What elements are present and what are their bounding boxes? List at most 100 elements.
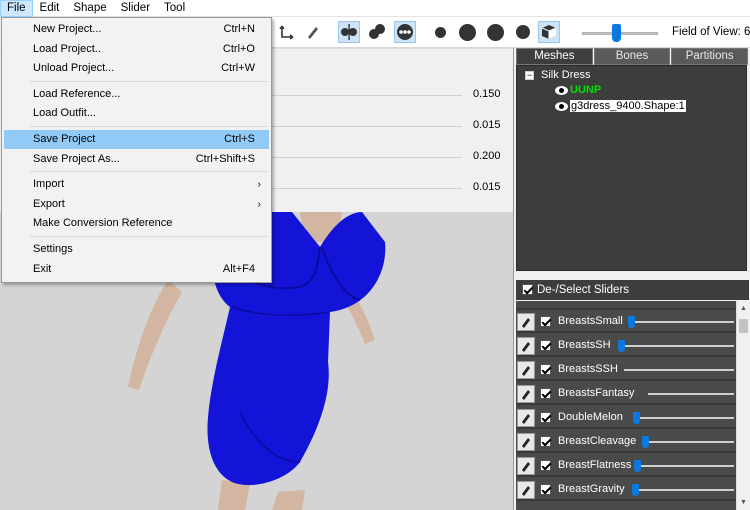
tree-root[interactable]: Silk Dress — [541, 68, 591, 83]
visibility-eye-icon[interactable] — [555, 85, 568, 95]
menu-item-new-project[interactable]: New Project... Ctrl+N — [4, 20, 269, 39]
brush-size-large-icon[interactable] — [456, 21, 478, 43]
slider-checkbox[interactable] — [540, 316, 551, 327]
field-of-view-thumb[interactable] — [612, 24, 621, 42]
slider-name: BreastsSSH — [558, 363, 618, 375]
deselect-sliders-bar[interactable]: De-/Select Sliders — [516, 280, 749, 300]
brush-size-small-icon[interactable] — [429, 21, 451, 43]
brush-strength-icon[interactable] — [484, 21, 506, 43]
deselect-all-checkbox[interactable] — [522, 284, 533, 296]
menu-item-label: Load Reference... — [33, 87, 121, 100]
edit-slider-pencil-icon[interactable] — [517, 313, 535, 331]
menu-item-import[interactable]: Import › — [4, 175, 269, 194]
slider-track[interactable] — [632, 489, 734, 491]
slider-name: BreastsFantasy — [558, 387, 635, 399]
tab-meshes[interactable]: Meshes — [516, 48, 593, 65]
edit-slider-pencil-icon[interactable] — [517, 457, 535, 475]
mask-brush-icon[interactable] — [394, 21, 416, 43]
slider-row: BreastsSSH — [516, 359, 736, 381]
transform-tool-icon[interactable] — [276, 21, 298, 43]
smooth-brush-icon[interactable] — [366, 21, 388, 43]
menu-separator — [30, 80, 267, 82]
menu-item-load-reference[interactable]: Load Reference... — [4, 85, 269, 104]
edit-slider-pencil-icon[interactable] — [517, 481, 535, 499]
file-menu-dropdown: New Project... Ctrl+N Load Project.. Ctrl+O… — [1, 17, 272, 283]
tree-item-label: g3dress_9400.Shape:1 — [570, 100, 686, 112]
menu-item-load-outfit[interactable]: Load Outfit... — [4, 104, 269, 123]
menu-item-make-conversion-reference[interactable]: Make Conversion Reference — [4, 214, 269, 233]
menu-item-label: Save Project — [33, 133, 96, 145]
value-row: 0.150 — [272, 85, 513, 105]
menu-slider[interactable]: Slider — [114, 0, 157, 17]
tree-item-shape[interactable]: g3dress_9400.Shape:1 — [555, 99, 686, 114]
slider-track[interactable] — [618, 345, 734, 347]
menu-item-label: Export — [33, 197, 65, 210]
slider-thumb[interactable] — [634, 460, 641, 472]
slider-track[interactable] — [624, 369, 734, 371]
slider-track[interactable] — [648, 393, 734, 395]
menu-separator — [30, 126, 267, 127]
brush-focus-icon[interactable] — [512, 21, 534, 43]
toolbar: Field of View: 65 — [272, 17, 750, 48]
menu-file[interactable]: File — [0, 0, 33, 17]
menu-item-exit[interactable]: Exit Alt+F4 — [4, 260, 269, 279]
edit-slider-pencil-icon[interactable] — [517, 337, 535, 355]
collapse-icon[interactable]: − — [525, 71, 534, 80]
pen-tool-icon[interactable] — [302, 21, 324, 43]
edit-slider-pencil-icon[interactable] — [517, 433, 535, 451]
slider-track[interactable] — [642, 441, 734, 443]
right-panel: Meshes Bones Partitions − Silk Dress UUN… — [513, 48, 750, 510]
slider-name: BreastsSH — [558, 339, 611, 351]
menu-tool[interactable]: Tool — [157, 0, 192, 17]
slider-thumb[interactable] — [633, 412, 640, 424]
menu-item-label: Exit — [33, 262, 52, 275]
value-row: 0.200 — [272, 147, 513, 167]
brush-tool-icon[interactable] — [338, 21, 360, 43]
menu-edit[interactable]: Edit — [33, 0, 67, 17]
edit-slider-pencil-icon[interactable] — [517, 385, 535, 403]
slider-thumb[interactable] — [618, 340, 625, 352]
menu-item-settings[interactable]: Settings — [4, 240, 269, 259]
menu-separator — [30, 236, 267, 237]
slider-track[interactable] — [634, 465, 734, 467]
menu-item-label: Unload Project... — [33, 62, 115, 75]
slider-track[interactable] — [633, 417, 734, 419]
menu-item-save-project[interactable]: Save Project Ctrl+S — [4, 130, 269, 149]
slider-row: BreastCleavage — [516, 431, 736, 453]
menu-item-label: Save Project As... — [33, 152, 120, 165]
edit-slider-pencil-icon[interactable] — [517, 361, 535, 379]
visibility-eye-icon[interactable] — [555, 101, 568, 111]
scroll-up-icon[interactable]: ▲ — [739, 304, 748, 313]
menu-shape[interactable]: Shape — [66, 0, 113, 17]
edit-slider-pencil-icon[interactable] — [517, 409, 535, 427]
menu-item-shortcut: Ctrl+S — [224, 133, 255, 145]
menu-item-export[interactable]: Export › — [4, 195, 269, 214]
value-row: 0.015 — [272, 178, 513, 198]
menu-item-load-project[interactable]: Load Project.. Ctrl+O — [4, 40, 269, 59]
scroll-thumb[interactable] — [739, 319, 748, 333]
tab-partitions[interactable]: Partitions — [671, 48, 749, 65]
slider-thumb[interactable] — [632, 484, 639, 496]
menu-item-shortcut: Ctrl+N — [223, 23, 255, 35]
slider-checkbox[interactable] — [540, 484, 551, 495]
tab-bones[interactable]: Bones — [593, 48, 671, 65]
slider-name: BreastFlatness — [558, 459, 632, 471]
scroll-down-icon[interactable]: ▼ — [739, 498, 748, 507]
slider-thumb[interactable] — [642, 436, 649, 448]
slider-checkbox[interactable] — [540, 436, 551, 447]
slider-checkbox[interactable] — [540, 460, 551, 471]
menu-item-unload-project[interactable]: Unload Project... Ctrl+W — [4, 59, 269, 78]
slider-checkbox[interactable] — [540, 364, 551, 375]
value-text: 0.015 — [473, 119, 501, 131]
slider-list-scrollbar[interactable]: ▲ ▼ — [736, 301, 749, 510]
slider-thumb[interactable] — [628, 316, 635, 328]
menu-item-shortcut: Ctrl+Shift+S — [195, 152, 255, 165]
menu-item-save-project-as[interactable]: Save Project As... Ctrl+Shift+S — [4, 150, 269, 169]
slider-checkbox[interactable] — [540, 388, 551, 399]
slider-checkbox[interactable] — [540, 412, 551, 423]
slider-checkbox[interactable] — [540, 340, 551, 351]
slider-name: BreastCleavage — [558, 435, 637, 447]
cube-view-icon[interactable] — [538, 21, 560, 43]
tree-item-uunp[interactable]: UUNP — [555, 83, 601, 98]
slider-track[interactable] — [628, 321, 734, 323]
